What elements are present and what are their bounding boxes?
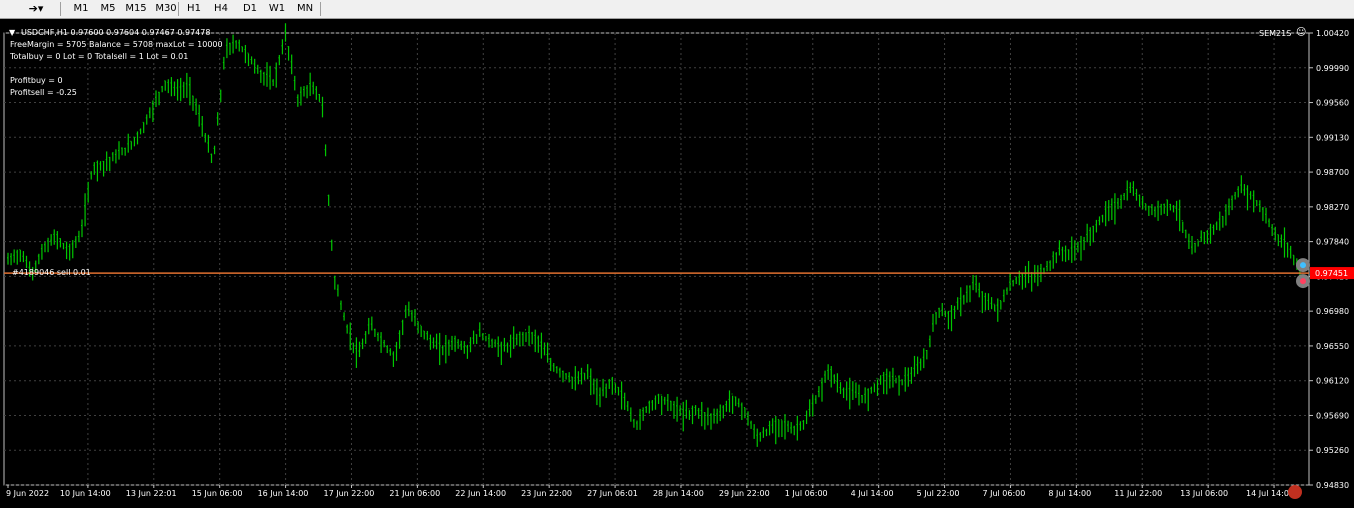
x-tick-label: 17 Jun 22:00 <box>323 489 374 498</box>
x-tick-label: 15 Jun 06:00 <box>192 489 243 498</box>
x-tick-label: 7 Jul 06:00 <box>982 489 1025 498</box>
account-info-line: Profitsell = -0.25 <box>10 88 77 97</box>
x-tick-label: 1 Jul 06:00 <box>785 489 828 498</box>
y-tick-label: 1.00420 <box>1316 29 1349 38</box>
toolbar-separator <box>60 2 61 16</box>
y-tick-label: 0.97840 <box>1316 238 1349 247</box>
timeframe-w1[interactable]: W1 <box>268 2 286 16</box>
x-tick-label: 9 Jun 2022 <box>6 489 49 498</box>
cursor-icon[interactable]: ➔▾ <box>25 2 47 16</box>
bottom-strip <box>0 503 1354 508</box>
indicator-label: SEM21S <box>1259 29 1292 38</box>
x-tick-label: 22 Jun 14:00 <box>455 489 506 498</box>
y-tick-label: 0.99990 <box>1316 64 1349 73</box>
trade-marker-dot <box>1300 278 1306 285</box>
timeframe-toolbar: ➔▾ M1 M5 M15 M30 H1 H4 D1 W1 MN <box>0 0 1354 19</box>
timeframe-m15[interactable]: M15 <box>125 2 147 16</box>
x-tick-label: 13 Jun 22:01 <box>126 489 177 498</box>
y-tick-label: 0.98700 <box>1316 168 1349 177</box>
x-tick-label: 5 Jul 22:00 <box>917 489 960 498</box>
plot-area <box>3 32 1310 486</box>
x-tick-label: 21 Jun 06:00 <box>389 489 440 498</box>
y-tick-label: 0.98270 <box>1316 203 1349 212</box>
smiley-icon: ☺ <box>1296 27 1307 38</box>
timeframe-mn[interactable]: MN <box>295 2 315 16</box>
x-tick-label: 11 Jul 22:00 <box>1114 489 1162 498</box>
timeframe-h1[interactable]: H1 <box>185 2 203 16</box>
account-info-line: Totalbuy = 0 Lot = 0 Totalsell = 1 Lot =… <box>10 52 189 61</box>
y-tick-label: 0.95690 <box>1316 411 1349 420</box>
timeframe-m1[interactable]: M1 <box>72 2 90 16</box>
x-tick-label: 23 Jun 22:00 <box>521 489 572 498</box>
y-tick-label: 0.94830 <box>1316 481 1349 490</box>
y-tick-label: 0.96980 <box>1316 307 1349 316</box>
logo-icon <box>1288 485 1302 499</box>
order-label: #4189046 sell 0.01 <box>12 268 91 277</box>
x-tick-label: 27 Jun 06:01 <box>587 489 638 498</box>
toolbar-separator <box>178 2 179 16</box>
toolbar-separator <box>320 2 321 16</box>
account-info-line: FreeMargin = 5705 Balance = 5708 maxLot … <box>10 40 223 49</box>
timeframe-m30[interactable]: M30 <box>155 2 177 16</box>
account-info-line: Profitbuy = 0 <box>10 76 63 85</box>
x-tick-label: 8 Jul 14:00 <box>1048 489 1091 498</box>
y-tick-label: 0.96120 <box>1316 377 1349 386</box>
y-tick-label: 0.96550 <box>1316 342 1349 351</box>
symbol-header: USDCHF,H1 0.97600 0.97604 0.97467 0.9747… <box>21 28 211 37</box>
price-chart[interactable]: 1.00420 0.99990 0.99560 0.99130 0.98700 0.982… <box>0 19 1354 503</box>
x-tick-label: 13 Jul 06:00 <box>1180 489 1228 498</box>
x-tick-label: 29 Jun 22:00 <box>719 489 770 498</box>
y-tick-label: 0.95260 <box>1316 446 1349 455</box>
x-tick-label: 16 Jun 14:00 <box>258 489 309 498</box>
trade-marker-dot <box>1300 262 1306 269</box>
x-tick-label: 28 Jun 14:00 <box>653 489 704 498</box>
x-tick-label: 4 Jul 14:00 <box>851 489 894 498</box>
timeframe-m5[interactable]: M5 <box>99 2 117 16</box>
timeframe-h4[interactable]: H4 <box>212 2 230 16</box>
x-tick-label: 14 Jul 14:00 <box>1246 489 1294 498</box>
y-tick-label: 0.99130 <box>1316 133 1349 142</box>
timeframe-d1[interactable]: D1 <box>241 2 259 16</box>
y-tick-label: 0.99560 <box>1316 99 1349 108</box>
current-price-label: 0.97451 <box>1315 269 1348 278</box>
collapse-triangle-icon[interactable]: ▼ <box>9 28 15 38</box>
x-tick-label: 10 Jun 14:00 <box>60 489 111 498</box>
